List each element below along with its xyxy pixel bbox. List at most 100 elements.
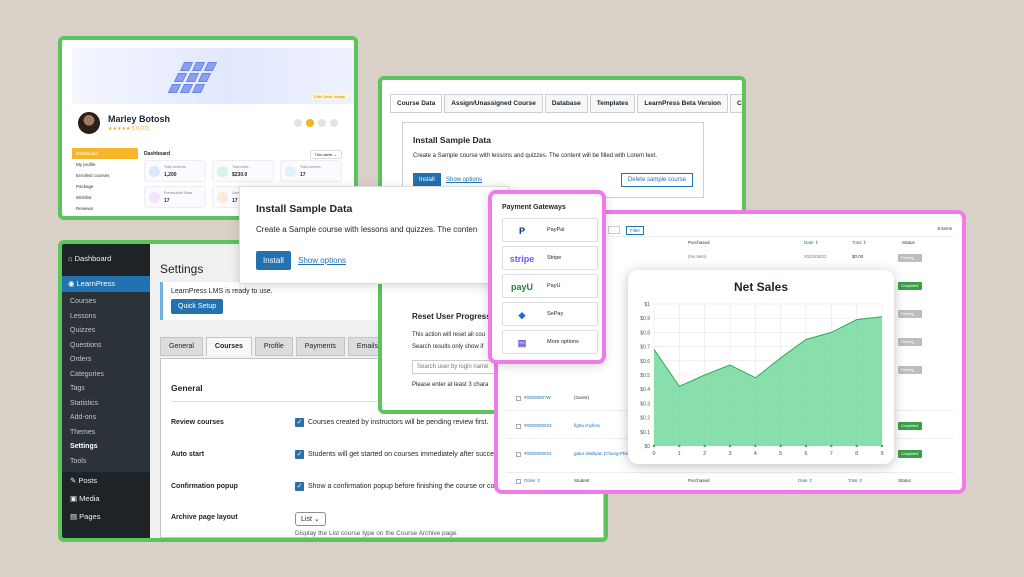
status-badge: Completed — [898, 282, 922, 290]
menu-dashboard[interactable]: ⌂ Dashboard — [68, 252, 144, 266]
y-tick-label: $0.5 — [640, 373, 650, 379]
social-icon[interactable] — [294, 119, 302, 127]
install-button[interactable]: Install — [256, 251, 291, 270]
quick-setup-button[interactable]: Quick Setup — [171, 299, 224, 314]
x-tick-label: 6 — [804, 451, 807, 457]
submenu-categories[interactable]: Categories — [62, 368, 150, 383]
sort-total[interactable]: Total ⇕ — [852, 240, 867, 246]
social-icon[interactable] — [306, 119, 314, 127]
gateway-stripe[interactable]: stripe Stripe — [502, 246, 598, 270]
status-badge: Pending — [898, 366, 922, 374]
profile-nav-item[interactable]: Wishlist — [72, 192, 138, 203]
submenu-settings[interactable]: Settings — [62, 440, 150, 455]
edit-cover-button[interactable]: Edit Cover Image — [311, 93, 348, 100]
delete-sample-button[interactable]: Delete sample course — [620, 173, 693, 187]
sort-order[interactable]: Order ⇕ — [524, 478, 541, 484]
row-checkbox[interactable] — [516, 424, 521, 429]
payment-gateways-panel: Payment Gateways P PayPal stripe Stripe pa… — [488, 190, 606, 364]
profile-nav-item[interactable]: Dashboard — [72, 148, 138, 159]
sort-total[interactable]: Total ⇕ — [848, 478, 863, 484]
submenu-statistics[interactable]: Statistics — [62, 397, 150, 412]
tab-templates[interactable]: Templates — [589, 94, 636, 113]
data-point — [880, 444, 884, 448]
gateway-sepay[interactable]: ◆ SePay — [502, 302, 598, 326]
data-point — [830, 444, 833, 448]
tab-assign-course[interactable]: Assign/Unassigned Course — [444, 94, 543, 113]
social-icon[interactable] — [330, 119, 338, 127]
data-point — [728, 444, 732, 448]
sort-date[interactable]: Date ⇕ — [804, 240, 819, 246]
chart-icon — [217, 192, 228, 203]
x-tick-label: 9 — [880, 451, 883, 457]
submenu-tools[interactable]: Tools — [62, 455, 150, 470]
submenu-orders[interactable]: Orders — [62, 353, 150, 368]
gateway-paypal[interactable]: P PayPal — [502, 218, 598, 242]
gateway-payu[interactable]: payU PayU — [502, 274, 598, 298]
admin-sidebar: ⌂ Dashboard ◉ LearnPress Courses Lessons… — [62, 244, 150, 538]
gateway-more-options[interactable]: ▤ More options — [502, 330, 598, 354]
rating-stars: ★★★★★ 5.0 (22) — [108, 126, 150, 132]
data-point — [855, 444, 858, 448]
submenu-themes[interactable]: Themes — [62, 426, 150, 441]
items-count: 8 items — [937, 226, 952, 231]
submenu-quizzes[interactable]: Quizzes — [62, 324, 150, 339]
row-checkbox[interactable] — [516, 396, 521, 401]
tab-more[interactable]: C — [730, 94, 742, 113]
status-badge: Pending — [898, 338, 922, 346]
courses-icon — [285, 166, 296, 177]
tab-course-data[interactable]: Course Data — [390, 94, 443, 113]
filter-button[interactable]: Filter — [626, 226, 644, 235]
stat-card: Total courses 17 — [280, 160, 342, 182]
menu-posts[interactable]: ✎ Posts — [62, 472, 150, 490]
tab-payments[interactable]: Payments — [295, 337, 345, 356]
x-tick-label: 0 — [652, 451, 655, 457]
submenu-courses[interactable]: Courses — [62, 295, 150, 310]
submenu-tags[interactable]: Tags — [62, 382, 150, 397]
tab-database[interactable]: Database — [544, 94, 588, 113]
profile-nav-item[interactable]: Enrolled courses — [72, 170, 138, 181]
order-link[interactable]: #0000000?W — [524, 395, 551, 400]
menu-learnpress[interactable]: ◉ LearnPress — [62, 276, 150, 292]
sepay-icon: ◆ — [518, 310, 526, 320]
checkbox[interactable]: ✓ — [295, 418, 304, 427]
stripe-icon: stripe — [509, 254, 535, 264]
data-point — [779, 444, 782, 448]
menu-media[interactable]: ▣ Media — [62, 490, 150, 508]
bulk-select[interactable] — [608, 226, 620, 234]
payu-icon: payU — [510, 282, 533, 292]
tab-courses[interactable]: Courses — [205, 337, 252, 356]
order-link[interactable]: #0000000023 — [524, 423, 552, 428]
students-icon — [149, 166, 160, 177]
profile-nav-item[interactable]: Reviews — [72, 203, 138, 214]
order-link[interactable]: #0000000024 — [524, 451, 552, 456]
row-checkbox[interactable] — [516, 452, 521, 457]
show-options-link[interactable]: Show options — [446, 177, 482, 183]
profile-name: Marley Botosh — [108, 114, 171, 124]
checkbox[interactable]: ✓ — [295, 482, 304, 491]
stat-card: Prerequisite Sales 17 — [144, 186, 206, 208]
x-tick-label: 8 — [855, 451, 858, 457]
period-select[interactable]: This week ⌄ — [309, 150, 342, 159]
social-icon[interactable] — [318, 119, 326, 127]
page-title: Settings — [160, 262, 204, 276]
tab-beta-version[interactable]: LearnPress Beta Version — [637, 94, 729, 113]
submenu-questions[interactable]: Questions — [62, 339, 150, 354]
install-button[interactable]: Install — [413, 173, 441, 187]
y-tick-label: $0 — [644, 444, 650, 450]
submenu-lessons[interactable]: Lessons — [62, 310, 150, 325]
sort-date[interactable]: Date ⇕ — [798, 478, 813, 484]
show-options-link[interactable]: Show options — [298, 256, 346, 265]
tab-profile[interactable]: Profile — [254, 337, 293, 356]
submenu-addons[interactable]: Add-ons — [62, 411, 150, 426]
stat-card: Total sales $230.0 — [212, 160, 274, 182]
profile-nav-item[interactable]: My profile — [72, 159, 138, 170]
layout-select[interactable]: List ⌄ — [295, 512, 326, 526]
tab-general[interactable]: General — [160, 337, 203, 356]
learnpress-submenu: Courses Lessons Quizzes Questions Orders… — [62, 292, 150, 472]
cards-icon: ▤ — [517, 338, 527, 348]
profile-nav-item[interactable]: Package — [72, 181, 138, 192]
checkbox[interactable]: ✓ — [295, 450, 304, 459]
menu-pages[interactable]: ▤ Pages — [62, 508, 150, 526]
select-all-checkbox[interactable] — [516, 479, 521, 484]
x-tick-label: 1 — [678, 451, 681, 457]
